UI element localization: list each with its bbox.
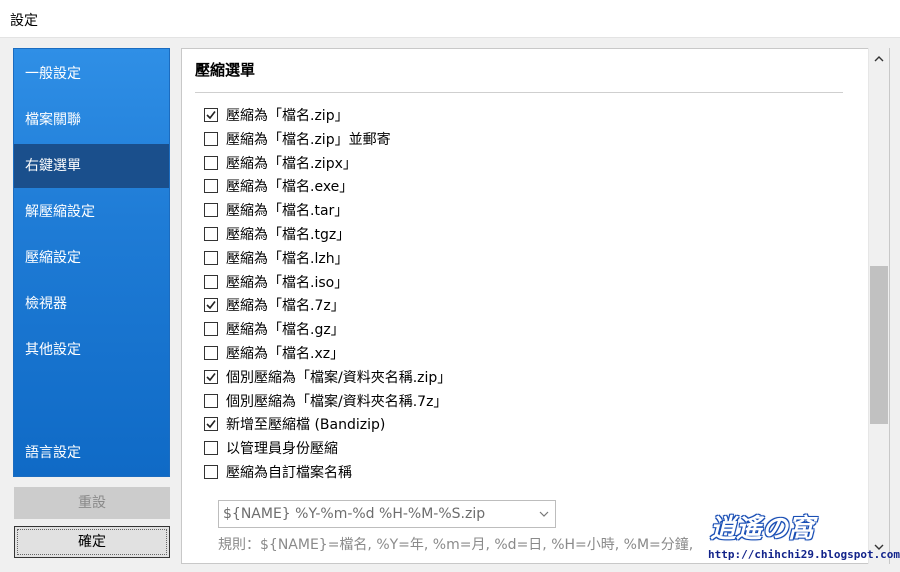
option-checkbox[interactable] xyxy=(204,250,218,265)
window-title: 設定 xyxy=(10,13,38,29)
option-label: 新增至壓縮檔 (Bandizip) xyxy=(226,417,386,434)
option-label: 壓縮為「檔名.7z」 xyxy=(226,298,345,315)
section-divider xyxy=(195,92,843,93)
sidebar-item-other-settings[interactable]: 其他設定 xyxy=(14,328,169,372)
settings-sidebar: 一般設定 檔案關聯 右鍵選單 解壓縮設定 壓縮設定 檢視器 其他設定 語言設定 xyxy=(13,48,170,477)
option-checkbox[interactable] xyxy=(204,108,218,122)
option-label: 壓縮為「檔名.exe」 xyxy=(226,179,354,196)
sidebar-item-general[interactable]: 一般設定 xyxy=(14,52,169,96)
checkmark-icon xyxy=(206,372,216,382)
sidebar-item-file-association[interactable]: 檔案關聯 xyxy=(14,98,169,142)
reset-button[interactable]: 重設 xyxy=(14,487,170,519)
vertical-scrollbar[interactable] xyxy=(868,48,889,564)
chevron-down-icon xyxy=(539,511,549,517)
option-label: 個別壓縮為「檔案/資料夾名稱.zip」 xyxy=(226,369,452,386)
option-label: 個別壓縮為「檔案/資料夾名稱.7z」 xyxy=(226,393,448,410)
custom-name-format-dropdown[interactable]: ${NAME} %Y-%m-%d %H-%M-%S.zip xyxy=(218,500,556,528)
option-label: 壓縮為「檔名.zipx」 xyxy=(226,155,357,172)
section-title: 壓縮選單 xyxy=(195,61,256,79)
option-checkbox[interactable] xyxy=(204,441,218,456)
ok-button[interactable]: 確定 xyxy=(14,526,170,558)
option-label: 壓縮為「檔名.tar」 xyxy=(226,203,349,220)
option-label: 壓縮為「檔名.zip」並郵寄 xyxy=(226,131,391,148)
sidebar-item-language[interactable]: 語言設定 xyxy=(14,431,169,475)
option-checkbox[interactable] xyxy=(204,369,218,384)
scrollbar-thumb[interactable] xyxy=(870,266,888,424)
sidebar-item-extract-settings[interactable]: 解壓縮設定 xyxy=(14,190,169,234)
option-checkbox[interactable] xyxy=(204,298,218,313)
option-checkbox[interactable] xyxy=(204,155,218,170)
option-label: 壓縮為「檔名.lzh」 xyxy=(226,250,349,267)
blog-watermark: 逍遙の窩 http://chihchi29.blogspot.com/ xyxy=(700,508,900,564)
option-checkbox[interactable] xyxy=(204,227,218,241)
watermark-url: http://chihchi29.blogspot.com/ xyxy=(708,548,900,561)
option-label: 以管理員身份壓縮 xyxy=(226,441,338,458)
option-checkbox[interactable] xyxy=(204,274,218,289)
option-checkbox[interactable] xyxy=(204,346,218,360)
option-label: 壓縮為「檔名.zip」 xyxy=(226,108,349,124)
sidebar-item-viewer[interactable]: 檢視器 xyxy=(14,282,169,326)
option-checkbox[interactable] xyxy=(204,322,218,337)
option-label: 壓縮為「檔名.tgz」 xyxy=(226,227,351,243)
option-label: 壓縮為「檔名.gz」 xyxy=(226,322,345,339)
option-checkbox[interactable] xyxy=(204,417,218,432)
checkmark-icon xyxy=(206,420,216,429)
sidebar-item-context-menu[interactable]: 右鍵選單 xyxy=(14,144,169,188)
option-checkbox[interactable] xyxy=(204,131,218,146)
option-checkbox[interactable] xyxy=(204,465,218,479)
option-checkbox[interactable] xyxy=(204,203,218,218)
name-format-rules: 規則：${NAME}=檔名, %Y=年, %m=月, %d=日, %H=小時, … xyxy=(218,537,694,553)
sidebar-item-compress-settings[interactable]: 壓縮設定 xyxy=(14,236,169,280)
checkmark-icon xyxy=(206,301,216,310)
custom-name-format-value: ${NAME} %Y-%m-%d %H-%M-%S.zip xyxy=(223,506,486,522)
option-checkbox[interactable] xyxy=(204,393,218,408)
checkmark-icon xyxy=(206,111,216,120)
option-label: 壓縮為「檔名.iso」 xyxy=(226,274,349,291)
context-menu-settings-panel: 壓縮選單 壓縮為「檔名.zip」壓縮為「檔名.zip」並郵寄 壓縮為「檔名.zip… xyxy=(181,48,890,564)
option-label: 壓縮為「檔名.xz」 xyxy=(226,346,345,362)
option-checkbox[interactable] xyxy=(204,179,218,194)
title-bar: 設定 xyxy=(0,0,900,38)
chevron-up-icon[interactable] xyxy=(873,54,885,64)
option-label: 壓縮為自訂檔案名稱 xyxy=(226,465,352,481)
watermark-logo: 逍遙の窩 xyxy=(710,514,815,544)
